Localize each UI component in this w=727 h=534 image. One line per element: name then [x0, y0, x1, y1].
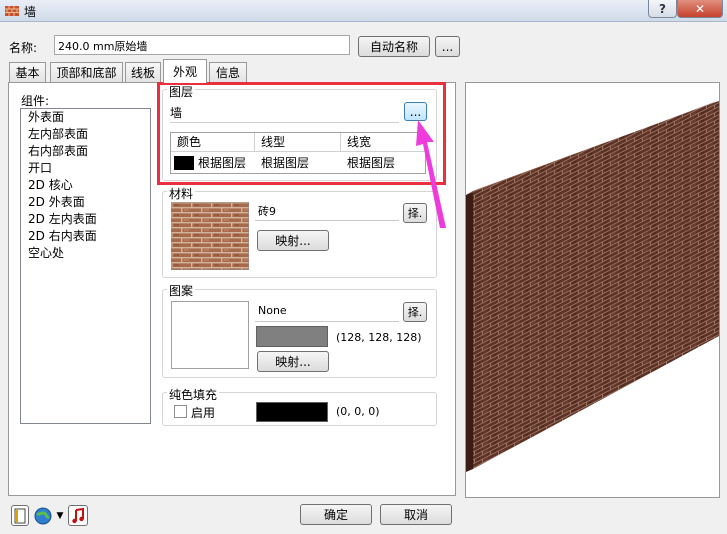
tab-info[interactable]: 信息 [209, 62, 247, 82]
wall-icon [5, 6, 19, 16]
annotation-arrow [416, 120, 446, 228]
name-label: 名称: [9, 41, 38, 55]
ok-button[interactable]: 确定 [300, 504, 372, 525]
components-label: 组件: [21, 94, 50, 108]
solid-fill-group-title: 纯色填充 [167, 386, 220, 403]
title-bar [0, 0, 727, 22]
enable-fill-checkbox[interactable] [174, 405, 187, 418]
material-name-field[interactable]: 砖9 [255, 201, 399, 221]
list-item[interactable]: 2D 核心 [21, 177, 150, 194]
pattern-color-swatch[interactable] [256, 326, 328, 347]
wall-preview [465, 82, 720, 498]
brick-wall-3d [466, 101, 719, 472]
enable-fill-label: 启用 [191, 406, 216, 420]
list-item[interactable]: 2D 外表面 [21, 194, 150, 211]
pattern-thumbnail [171, 301, 249, 369]
list-item[interactable]: 2D 右内表面 [21, 228, 150, 245]
globe-icon[interactable] [33, 505, 53, 526]
tab-top-bottom[interactable]: 顶部和底部 [50, 62, 123, 82]
list-item[interactable]: 右内部表面 [21, 143, 150, 160]
fill-color-value: (0, 0, 0) [336, 405, 380, 418]
auto-name-button[interactable]: 自动名称 [358, 36, 430, 57]
name-field[interactable]: 240.0 mm原始墙 [54, 35, 350, 55]
cancel-button[interactable]: 取消 [380, 504, 452, 525]
list-item[interactable]: 2D 左内表面 [21, 211, 150, 228]
list-item[interactable]: 开口 [21, 160, 150, 177]
window-title: 墙 [24, 5, 37, 19]
close-button[interactable]: ✕ [677, 0, 723, 18]
chevron-down-icon[interactable]: ▼ [55, 505, 65, 526]
pattern-select-button[interactable]: 择. [403, 302, 427, 322]
fill-color-swatch[interactable] [256, 402, 328, 422]
pattern-color-value: (128, 128, 128) [336, 331, 422, 344]
list-item[interactable]: 左内部表面 [21, 126, 150, 143]
brick-material-thumbnail [171, 202, 249, 270]
pattern-name-field[interactable]: None [255, 302, 399, 322]
tab-basic[interactable]: 基本 [9, 62, 46, 82]
page-icon-button[interactable] [11, 505, 29, 526]
music-note-icon[interactable] [68, 505, 88, 526]
name-more-button[interactable]: ... [435, 36, 460, 57]
pattern-map-button[interactable]: 映射... [257, 351, 329, 372]
highlight-box [157, 82, 446, 185]
tab-appearance[interactable]: 外观 [163, 59, 207, 83]
material-map-button[interactable]: 映射... [257, 230, 329, 251]
pattern-group-title: 图案 [167, 282, 196, 299]
list-item[interactable]: 外表面 [21, 109, 150, 126]
help-button[interactable]: ? [648, 0, 677, 18]
material-group-title: 材料 [167, 185, 196, 202]
list-item[interactable]: 空心处 [21, 245, 150, 262]
tab-moldings[interactable]: 线板 [125, 62, 161, 82]
components-list[interactable]: 外表面 左内部表面 右内部表面 开口 2D 核心 2D 外表面 2D 左内表面 … [20, 108, 151, 424]
